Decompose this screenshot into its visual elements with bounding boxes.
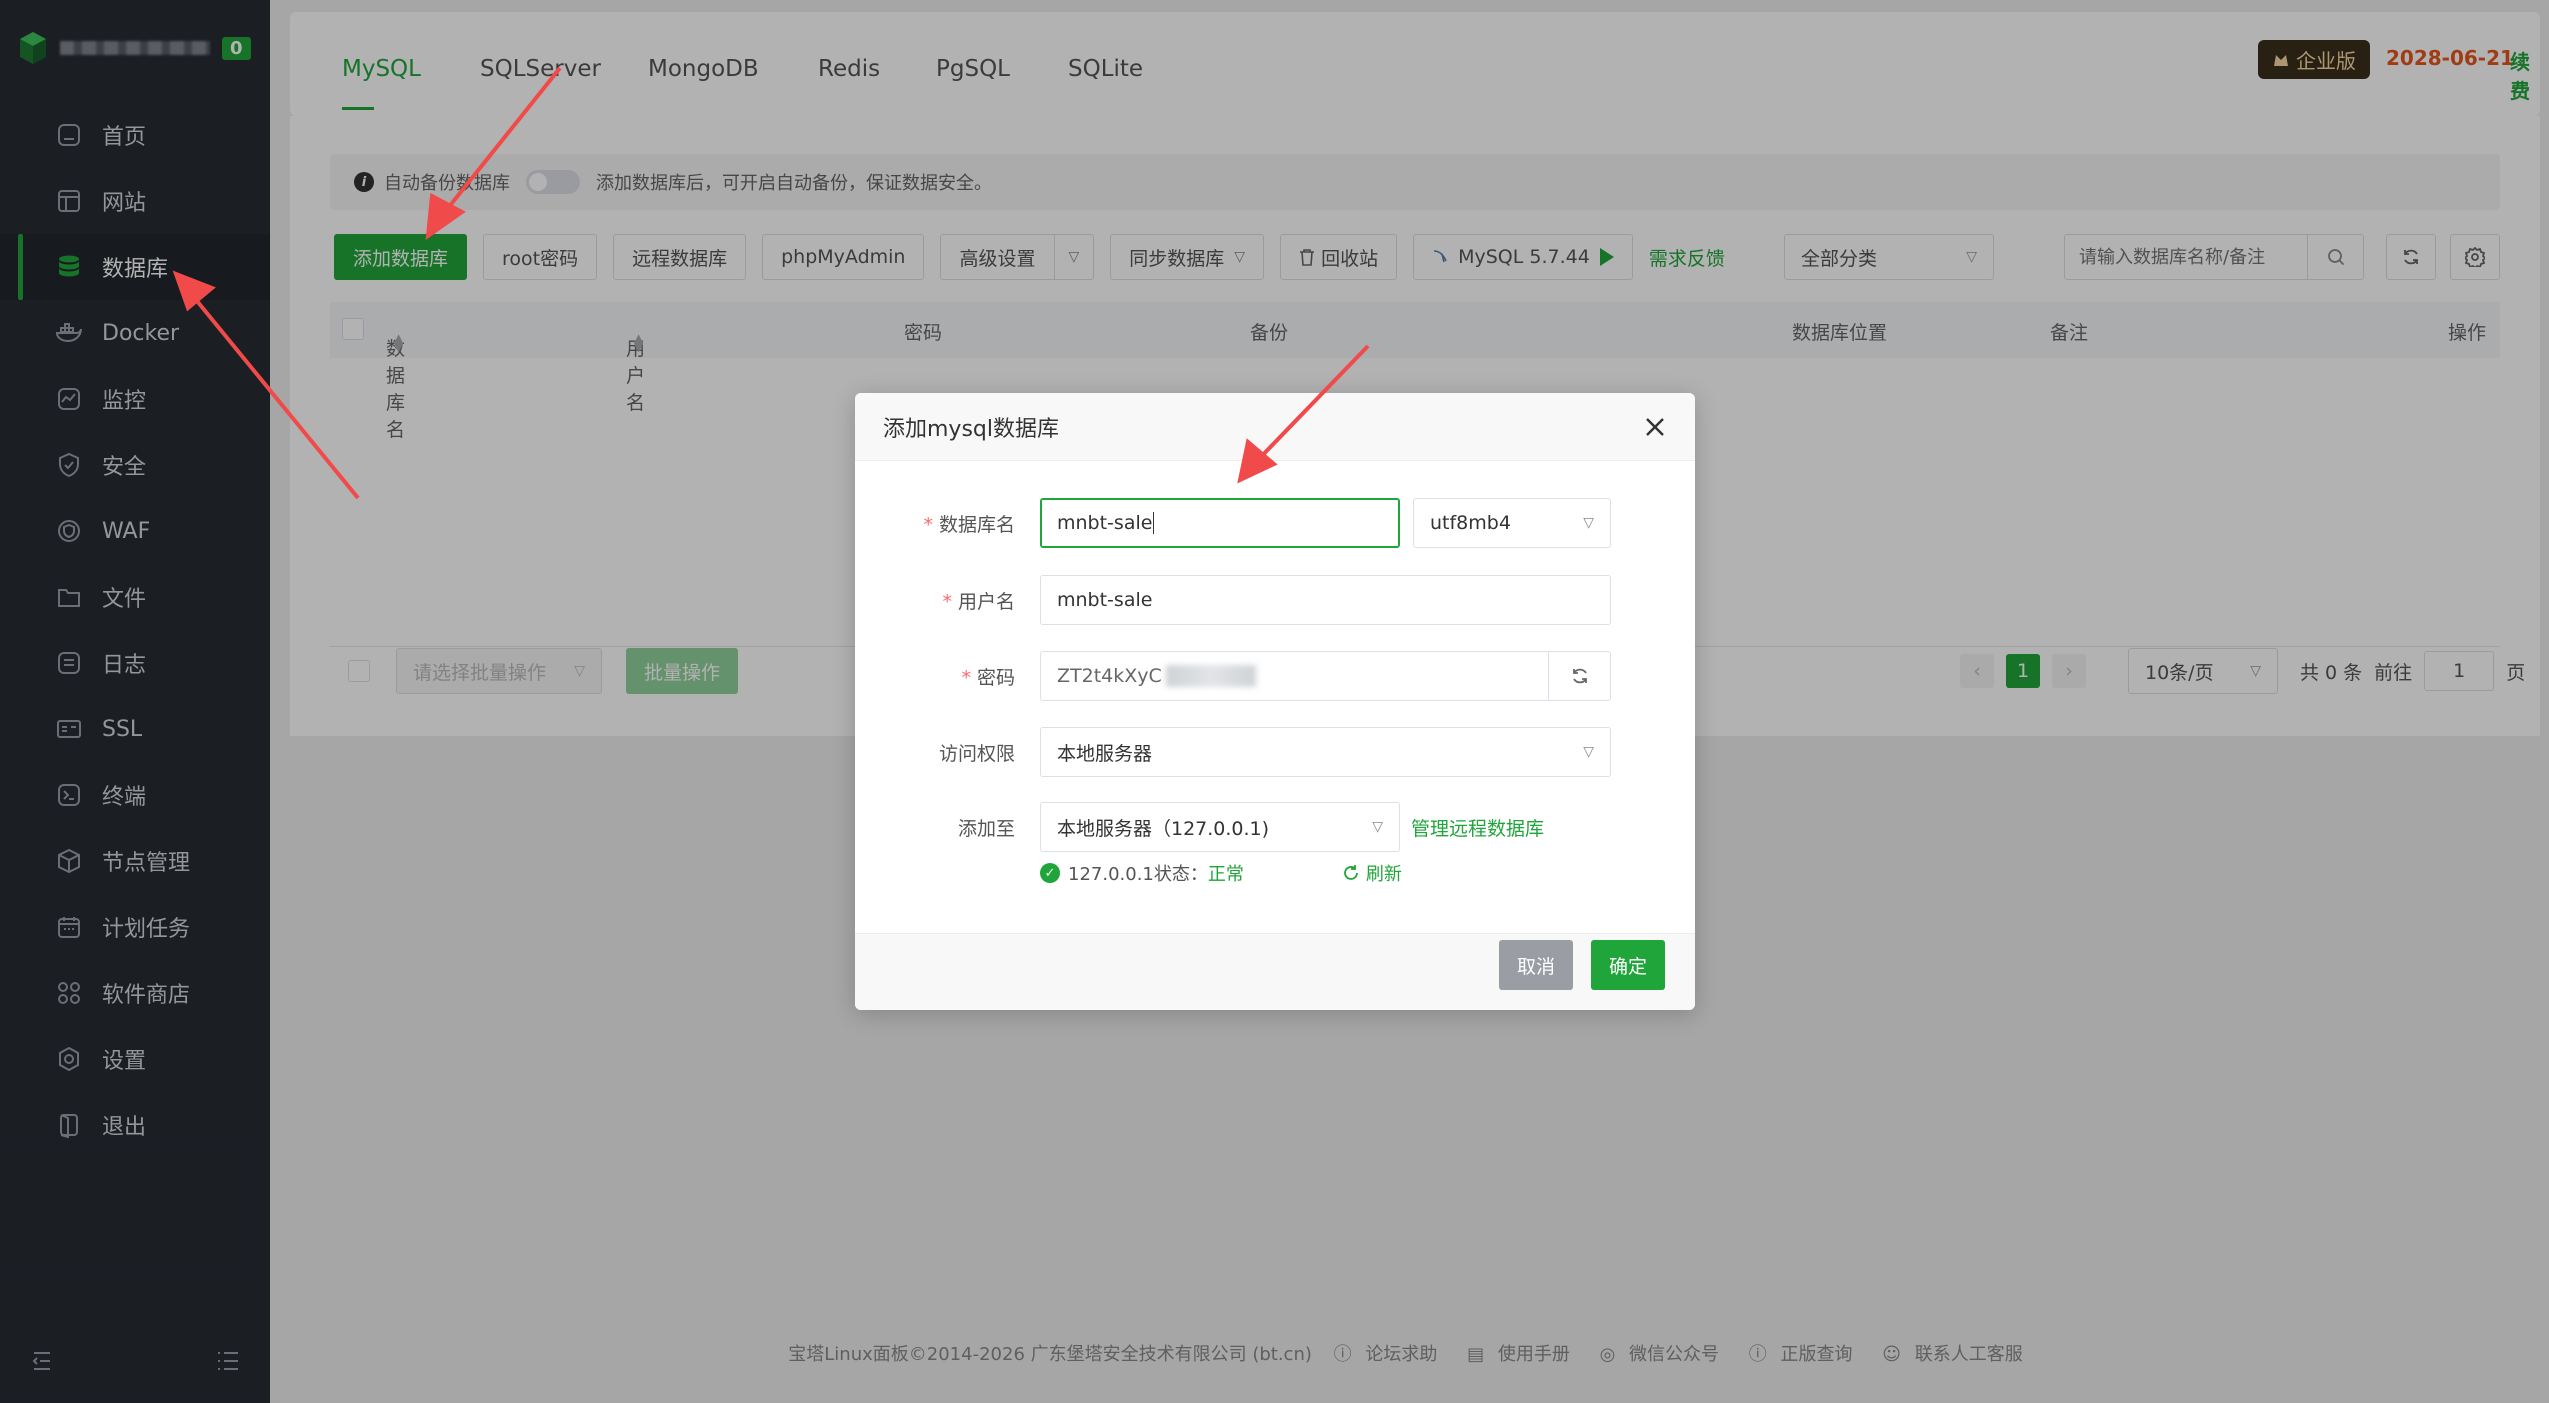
dialog-footer: 取消 确定 <box>855 933 1695 1010</box>
charset-value: utf8mb4 <box>1430 512 1511 534</box>
dialog-title: 添加mysql数据库 <box>883 416 1059 442</box>
addto-label: 添加至 <box>957 818 1015 840</box>
chevron-down-icon: ▽ <box>1372 819 1383 835</box>
password-row: * 密码 ZT2t4kXyC <box>855 651 1695 701</box>
cancel-button[interactable]: 取消 <box>1499 940 1574 990</box>
db-name-value: mnbt-sale <box>1057 512 1153 534</box>
manage-remote-db-link[interactable]: 管理远程数据库 <box>1411 814 1544 841</box>
close-icon[interactable] <box>1641 413 1669 441</box>
status-label: 127.0.0.1状态： <box>1068 864 1208 885</box>
text-caret <box>1153 512 1155 534</box>
access-label: 访问权限 <box>938 743 1015 765</box>
chevron-down-icon: ▽ <box>1583 744 1594 760</box>
status-value: 正常 <box>1207 864 1244 885</box>
check-icon: ✓ <box>1040 863 1060 883</box>
refresh-label: 刷新 <box>1365 864 1402 885</box>
password-label: * 密码 <box>961 667 1015 689</box>
confirm-button[interactable]: 确定 <box>1591 940 1666 990</box>
addto-value: 本地服务器（127.0.0.1) <box>1057 817 1270 840</box>
username-row: * 用户名 mnbt-sale <box>855 575 1695 625</box>
db-name-input[interactable]: mnbt-sale <box>1040 498 1400 548</box>
charset-select[interactable]: utf8mb4 ▽ <box>1413 498 1611 548</box>
db-name-row: * 数据库名 mnbt-sale utf8mb4 ▽ <box>855 498 1695 548</box>
dialog-header: 添加mysql数据库 <box>855 393 1695 461</box>
password-blurred <box>1165 665 1256 687</box>
generate-password-button[interactable] <box>1548 652 1610 700</box>
access-value: 本地服务器 <box>1057 742 1153 765</box>
addto-select[interactable]: 本地服务器（127.0.0.1) ▽ <box>1040 802 1400 852</box>
db-name-label: * 数据库名 <box>923 514 1015 536</box>
access-select[interactable]: 本地服务器 ▽ <box>1040 727 1611 777</box>
add-mysql-database-dialog: 添加mysql数据库 * 数据库名 mnbt-sale utf8mb4 ▽ * 用户名… <box>855 393 1695 1010</box>
password-value: ZT2t4kXyC <box>1057 665 1162 687</box>
access-row: 访问权限 本地服务器 ▽ <box>855 727 1695 777</box>
server-status: ✓ 127.0.0.1状态： 正常 刷新 <box>1040 860 1402 886</box>
username-value: mnbt-sale <box>1057 589 1153 611</box>
password-input[interactable]: ZT2t4kXyC <box>1040 651 1611 701</box>
username-input[interactable]: mnbt-sale <box>1040 575 1611 625</box>
username-label: * 用户名 <box>942 591 1015 613</box>
addto-row: 添加至 本地服务器（127.0.0.1) ▽ 管理远程数据库 <box>855 802 1695 852</box>
refresh-icon <box>1344 865 1358 880</box>
chevron-down-icon: ▽ <box>1583 515 1594 531</box>
refresh-icon <box>1572 668 1587 684</box>
status-refresh-link[interactable]: 刷新 <box>1342 860 1402 886</box>
